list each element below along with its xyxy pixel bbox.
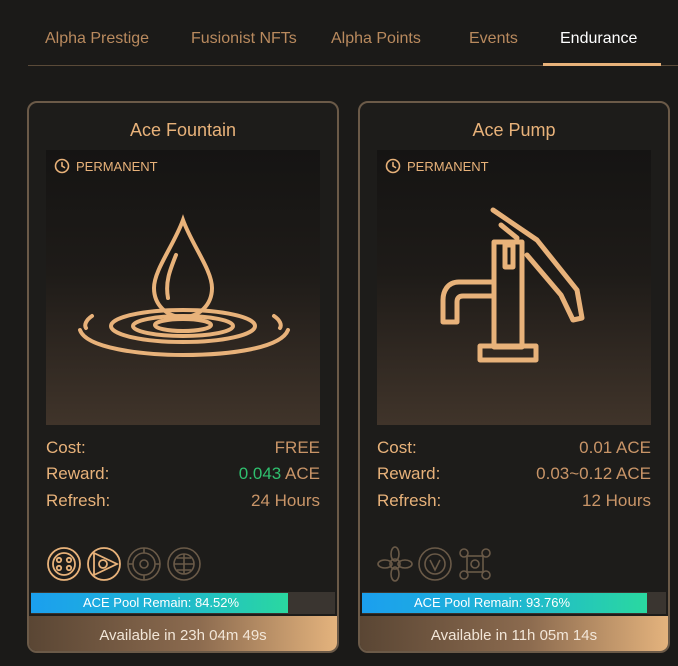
card-ace-fountain: Ace Fountain PERMANENT Cost: FREE Reward…	[27, 101, 339, 653]
cost-label: Cost:	[46, 438, 86, 457]
cost-label: Cost:	[377, 438, 417, 457]
card-artwork: PERMANENT	[377, 150, 651, 425]
tab-bar: Alpha Prestige Fusionist NFTs Alpha Poin…	[28, 0, 678, 66]
reward-value: 0.043 ACE	[239, 464, 320, 484]
reward-row: Reward: 0.043 ACE	[46, 464, 320, 488]
tab-endurance[interactable]: Endurance	[560, 30, 637, 48]
reward-label: Reward:	[46, 464, 110, 483]
tab-fusionist-nfts[interactable]: Fusionist NFTs	[191, 30, 297, 48]
available-timer-button[interactable]: Available in 23h 04m 49s	[29, 616, 337, 651]
refresh-row: Refresh: 12 Hours	[377, 491, 651, 515]
cost-value: 0.01 ACE	[579, 438, 651, 457]
active-tab-indicator	[543, 63, 661, 66]
triangle-emblem-icon[interactable]	[86, 546, 122, 582]
refresh-label: Refresh:	[46, 491, 111, 510]
tab-events[interactable]: Events	[469, 30, 518, 48]
globe-emblem-icon[interactable]	[166, 546, 202, 582]
cost-row: Cost: 0.01 ACE	[377, 438, 651, 462]
ring-emblem-icon[interactable]	[46, 546, 82, 582]
gear-emblem-icon[interactable]	[126, 546, 162, 582]
cost-row: Cost: FREE	[46, 438, 320, 462]
reward-row: Reward: 0.03~0.12 ACE	[377, 464, 651, 488]
reward-label: Reward:	[377, 464, 441, 483]
chain-emblem-icon[interactable]	[457, 546, 493, 582]
reward-value: 0.03~0.12 ACE	[536, 464, 651, 483]
card-title: Ace Pump	[472, 120, 556, 140]
tab-alpha-prestige[interactable]: Alpha Prestige	[45, 30, 149, 48]
reward-amount: 0.043	[238, 464, 282, 483]
available-timer-button[interactable]: Available in 11h 05m 14s	[360, 616, 668, 651]
card-artwork: PERMANENT	[46, 150, 320, 425]
refresh-label: Refresh:	[377, 491, 442, 510]
reward-unit: ACE	[285, 464, 320, 483]
cost-value: FREE	[274, 438, 320, 457]
pool-remain-text: ACE Pool Remain: 84.52%	[82, 595, 240, 610]
pool-progress-bar: ACE Pool Remain: 93.76%	[362, 592, 666, 614]
refresh-row: Refresh: 24 Hours	[46, 491, 320, 515]
tab-alpha-points[interactable]: Alpha Points	[331, 30, 421, 48]
water-pump-icon	[440, 207, 585, 363]
card-ace-pump: Ace Pump PERMANENT Cost: 0.01 ACE Reward…	[358, 101, 670, 653]
pool-remain-text: ACE Pool Remain: 93.76%	[413, 595, 571, 610]
shield-emblem-icon[interactable]	[417, 546, 453, 582]
refresh-value: 24 Hours	[251, 491, 320, 510]
flower-emblem-icon[interactable]	[377, 546, 413, 582]
refresh-value: 12 Hours	[582, 491, 651, 510]
pool-progress-bar: ACE Pool Remain: 84.52%	[31, 592, 335, 614]
card-title: Ace Fountain	[129, 120, 237, 140]
water-drop-icon	[78, 214, 290, 358]
